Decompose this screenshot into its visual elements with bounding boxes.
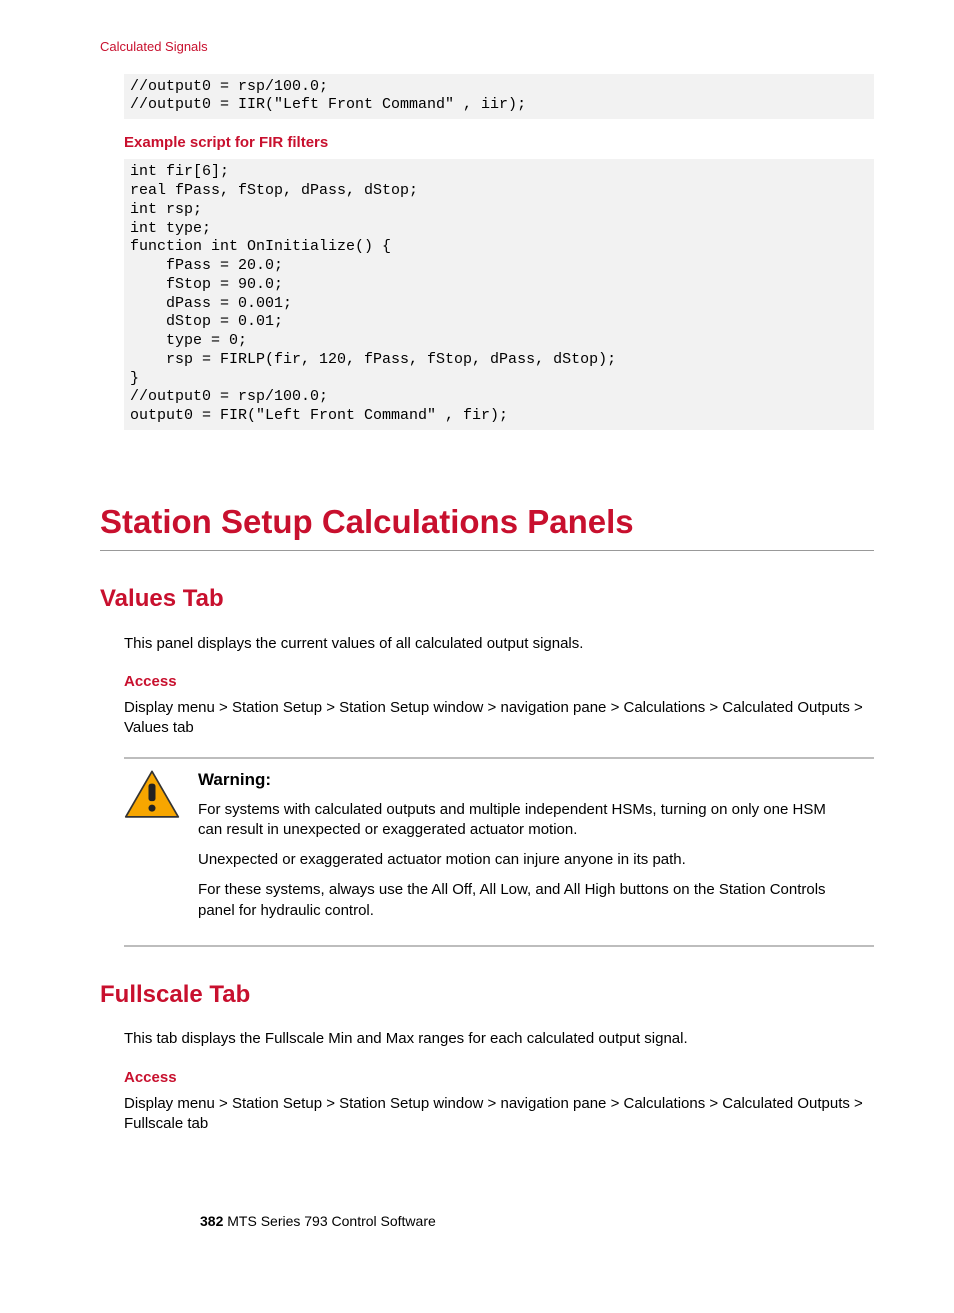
warning-paragraph-3: For these systems, always use the All Of… — [198, 880, 850, 921]
warning-paragraph-2: Unexpected or exaggerated actuator motio… — [198, 850, 850, 870]
values-tab-description: This panel displays the current values o… — [124, 634, 874, 654]
heading-fullscale-tab: Fullscale Tab — [100, 979, 874, 1011]
running-header: Calculated Signals — [100, 38, 874, 56]
page-footer: 382 MTS Series 793 Control Software — [200, 1212, 436, 1231]
code-block-iir: //output0 = rsp/100.0; //output0 = IIR("… — [124, 74, 874, 120]
warning-paragraph-1: For systems with calculated outputs and … — [198, 800, 850, 841]
warning-title: Warning: — [198, 769, 874, 792]
fullscale-tab-description: This tab displays the Fullscale Min and … — [124, 1029, 874, 1049]
heading-values-tab: Values Tab — [100, 583, 874, 615]
values-access-heading: Access — [124, 672, 874, 692]
heading-fir-example: Example script for FIR filters — [124, 133, 874, 153]
fullscale-access-path: Display menu > Station Setup > Station S… — [124, 1094, 874, 1135]
code-block-fir: int fir[6]; real fPass, fStop, dPass, dS… — [124, 159, 874, 430]
fullscale-access-heading: Access — [124, 1068, 874, 1088]
footer-title: MTS Series 793 Control Software — [223, 1213, 435, 1229]
warning-box: Warning: For systems with calculated out… — [124, 757, 874, 947]
heading-station-setup-panels: Station Setup Calculations Panels — [100, 500, 874, 552]
page-number: 382 — [200, 1213, 223, 1229]
warning-icon — [124, 769, 180, 821]
values-access-path: Display menu > Station Setup > Station S… — [124, 698, 874, 739]
